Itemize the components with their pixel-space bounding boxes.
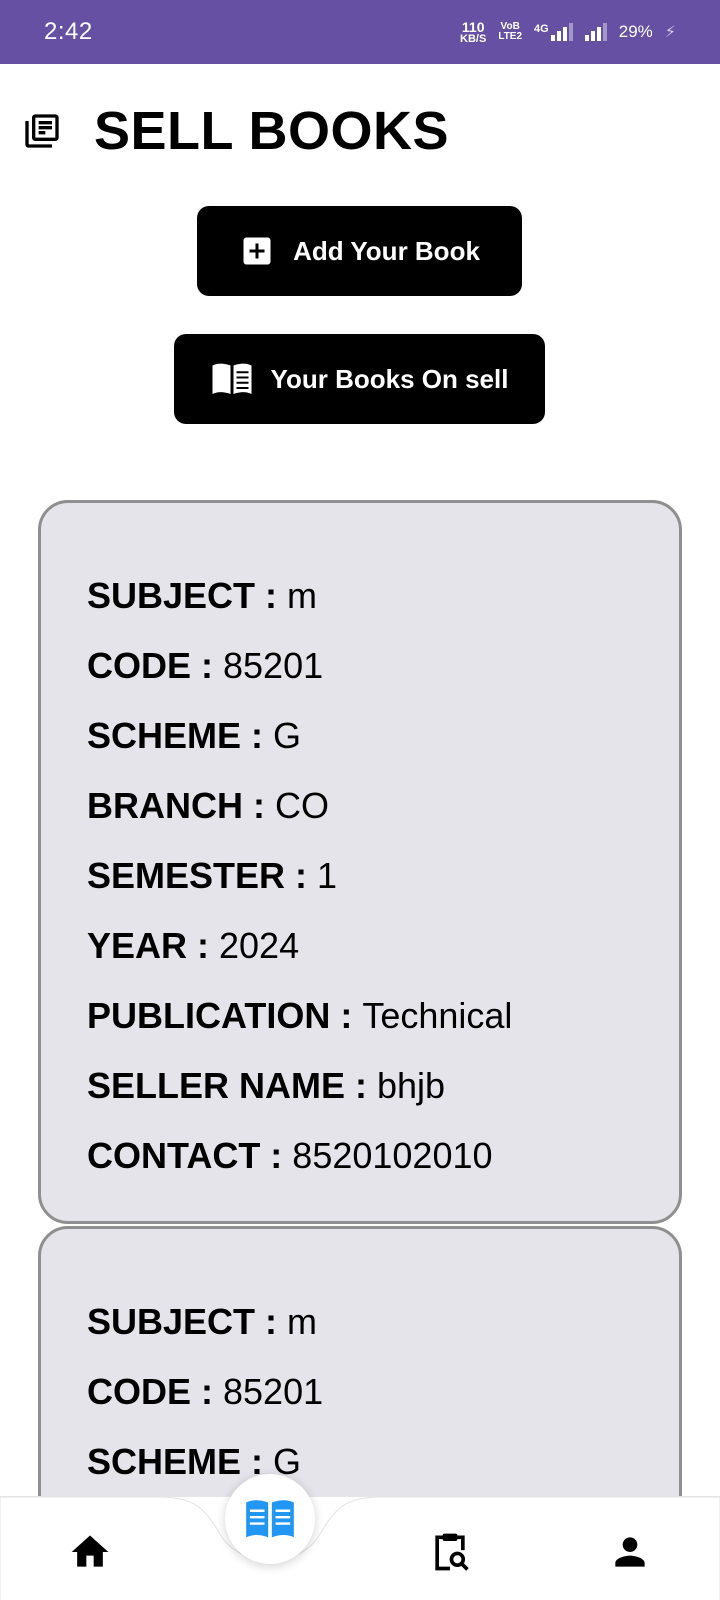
books-on-sell-button[interactable]: Your Books On sell	[174, 334, 545, 424]
book-field-year: YEAR : 2024	[87, 925, 300, 966]
books-nav-button[interactable]	[225, 1474, 315, 1564]
open-book-icon	[212, 363, 252, 394]
network-speed-unit: KB/S	[460, 32, 487, 45]
library-books-icon	[25, 114, 59, 148]
book-card[interactable]: SUBJECT : m CODE : 85201 SCHEME : G BRAN…	[38, 500, 682, 1224]
book-field-code: CODE : 85201	[87, 645, 324, 686]
book-field-contact: CONTACT : 8520102010	[87, 1135, 493, 1176]
book-field-subject: SUBJECT : m	[87, 575, 318, 616]
clipboard-search-icon[interactable]	[428, 1530, 472, 1574]
mobile-data-icon: 4G	[534, 23, 573, 41]
status-bar: 2:42 110 KB/S VoB LTE2 4G 29% ⚡	[0, 0, 720, 64]
volte-icon: VoB LTE2	[498, 22, 522, 42]
network-speed: 110 KB/S	[460, 20, 486, 45]
book-field-code: CODE : 85201	[87, 1371, 324, 1412]
charging-icon: ⚡	[664, 24, 676, 41]
book-field-seller-name: SELLER NAME : bhjb	[87, 1065, 446, 1106]
signal-1-icon	[550, 23, 573, 41]
status-time: 2:42	[44, 18, 93, 45]
person-icon[interactable]	[608, 1530, 652, 1574]
book-field-branch: BRANCH : CO	[87, 785, 329, 826]
book-open-icon	[246, 1500, 294, 1538]
page-header: SELL BOOKS	[22, 100, 449, 162]
book-field-subject: SUBJECT : m	[87, 1301, 318, 1342]
add-book-button[interactable]: Add Your Book	[197, 206, 522, 296]
signal-2-icon	[584, 23, 607, 41]
battery-level: 29%	[618, 22, 653, 41]
volte-bottom-label: LTE2	[498, 31, 523, 42]
page-title: SELL BOOKS	[94, 101, 450, 161]
book-field-scheme: SCHEME : G	[87, 715, 302, 756]
network-type: 4G	[534, 23, 549, 35]
books-on-sell-label: Your Books On sell	[270, 363, 509, 394]
add-box-icon	[243, 237, 271, 265]
book-field-semester: SEMESTER : 1	[87, 855, 338, 896]
network-speed-value: 110	[461, 18, 485, 35]
status-icons: 110 KB/S VoB LTE2 4G 29% ⚡	[460, 20, 676, 45]
home-icon[interactable]	[68, 1530, 112, 1574]
add-book-label: Add Your Book	[293, 235, 480, 266]
book-field-publication: PUBLICATION : Technical	[87, 995, 513, 1036]
